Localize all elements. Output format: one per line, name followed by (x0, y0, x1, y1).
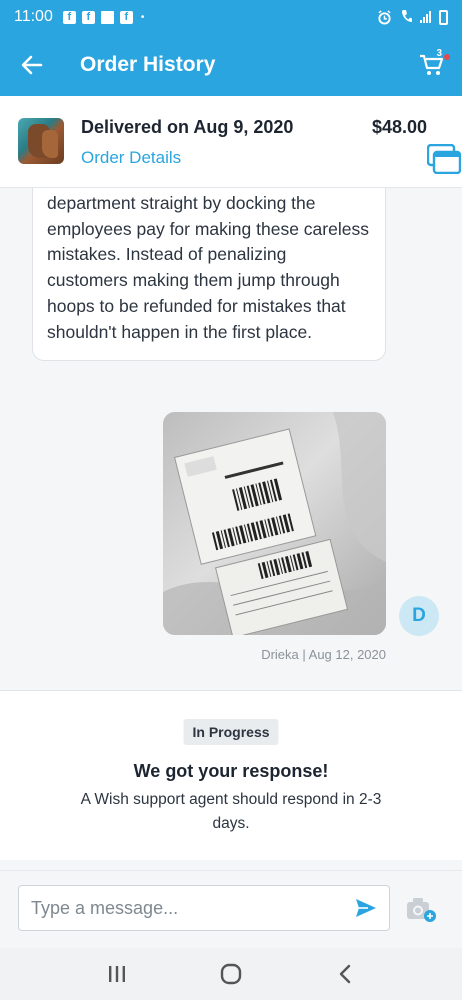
alarm-icon (378, 9, 391, 25)
home-button[interactable] (211, 954, 251, 994)
facebook-icon: f (119, 10, 133, 24)
order-header: Delivered on Aug 9, 2020 Order Details $… (0, 96, 462, 188)
attached-photo[interactable] (163, 412, 386, 635)
cart-notification-dot (444, 54, 450, 60)
more-notifications-dot: • (140, 11, 145, 23)
cart-button[interactable]: 3 (402, 34, 462, 96)
back-button[interactable] (0, 34, 64, 96)
message-input-box (18, 885, 390, 931)
message-meta: Drieka | Aug 12, 2020 (261, 647, 386, 662)
order-price: $48.00 (371, 117, 427, 137)
back-nav-button[interactable] (325, 954, 365, 994)
send-button[interactable] (351, 894, 381, 922)
page-title: Order History (80, 53, 216, 76)
message-input[interactable] (19, 886, 339, 930)
message-icon (100, 10, 114, 24)
facebook-icon: f (62, 10, 76, 24)
cart-count: 3 (436, 48, 442, 59)
back-chevron-icon (339, 964, 351, 984)
order-status: Delivered on Aug 9, 2020 (81, 117, 294, 137)
order-details-link[interactable]: Order Details (81, 148, 181, 168)
multi-window-icon[interactable] (427, 144, 461, 174)
status-title: We got your response! (133, 761, 329, 781)
shipping-labels-image (163, 412, 386, 635)
system-nav-bar (0, 948, 462, 1000)
camera-icon[interactable] (404, 895, 438, 925)
avatar: D (399, 596, 439, 636)
app-bar: Order History 3 (0, 34, 462, 96)
home-icon (220, 963, 242, 985)
recent-apps-icon (109, 966, 125, 982)
ticket-status-panel: In Progress We got your response! A Wish… (0, 690, 462, 860)
signal-icon (420, 11, 431, 23)
status-description: A Wish support agent should respond in 2… (80, 791, 382, 832)
wifi-calling-icon (402, 10, 412, 22)
message-text: do is get the idiots in your shipping de… (47, 192, 369, 342)
battery-icon (439, 9, 448, 25)
status-badge: In Progress (183, 719, 279, 745)
message-composer (0, 870, 462, 948)
status-bar: 11:00 f f f • (0, 0, 462, 34)
send-icon (356, 899, 376, 917)
product-thumbnail[interactable] (18, 118, 64, 164)
status-time: 11:00 (14, 8, 53, 25)
chat-thread[interactable]: do is get the idiots in your shipping de… (0, 188, 462, 688)
recent-apps-button[interactable] (97, 954, 137, 994)
message-bubble: do is get the idiots in your shipping de… (32, 188, 386, 361)
back-arrow-icon (21, 55, 43, 75)
facebook-icon: f (81, 10, 95, 24)
